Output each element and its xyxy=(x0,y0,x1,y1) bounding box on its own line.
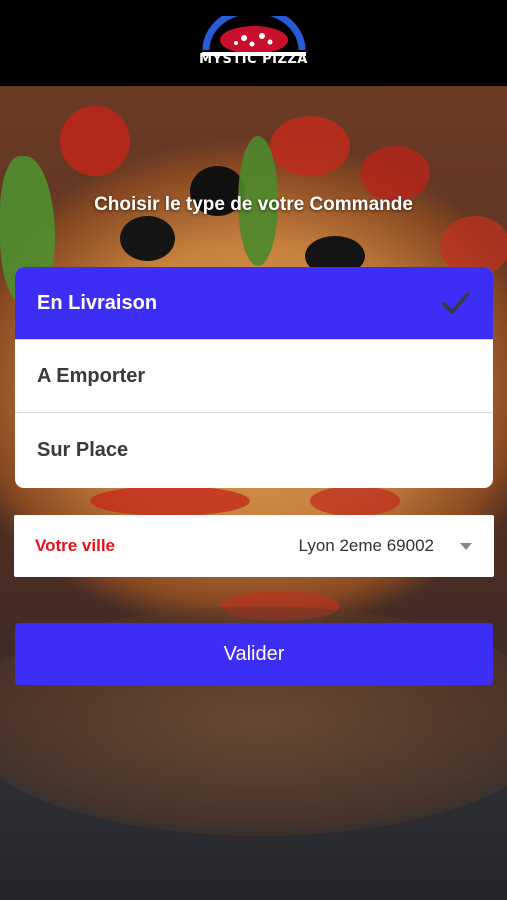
option-label: A Emporter xyxy=(37,364,146,387)
option-label: En Livraison xyxy=(37,291,158,314)
caret-down-icon xyxy=(460,542,472,550)
option-on-site[interactable]: Sur Place xyxy=(15,413,493,488)
validate-button[interactable]: Valider xyxy=(15,623,493,685)
city-label: Votre ville xyxy=(35,536,115,555)
city-select[interactable]: Votre ville Lyon 2eme 69002 xyxy=(14,515,494,577)
app-header: MYSTIC PIZZA xyxy=(0,0,507,86)
option-takeaway[interactable]: A Emporter xyxy=(15,340,493,413)
order-type-list: En Livraison A Emporter Sur Place xyxy=(15,267,493,488)
checkmark-icon xyxy=(442,292,470,314)
option-delivery[interactable]: En Livraison xyxy=(15,267,493,340)
city-value: Lyon 2eme 69002 xyxy=(298,536,434,555)
order-type-title: Choisir le type de votre Commande xyxy=(94,194,413,215)
logo-text: MYSTIC PIZZA xyxy=(199,52,308,67)
option-label: Sur Place xyxy=(37,439,129,461)
mystic-pizza-logo: MYSTIC PIZZA xyxy=(192,16,316,70)
